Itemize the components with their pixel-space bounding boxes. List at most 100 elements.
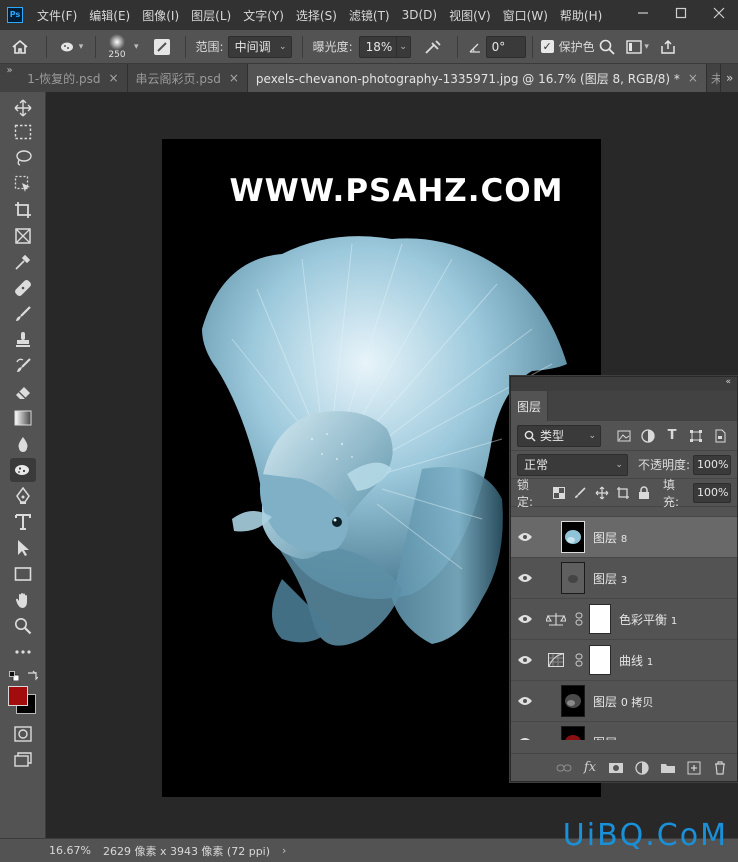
tab-document[interactable]: 串云阁彩页.psd × — [127, 64, 248, 92]
more-tools-icon[interactable] — [10, 640, 36, 664]
layer-row[interactable]: 曲线 1 — [511, 640, 737, 681]
brush-preset-picker[interactable]: 250 — [102, 32, 132, 62]
close-icon[interactable]: × — [108, 71, 118, 85]
path-selection-tool-icon[interactable] — [10, 536, 36, 560]
menu-file[interactable]: 文件(F) — [37, 7, 77, 24]
protect-tones-checkbox[interactable]: ✓ — [540, 40, 554, 53]
chevron-down-icon[interactable]: ▾ — [134, 42, 139, 52]
pen-tool-icon[interactable] — [10, 484, 36, 508]
layer-row[interactable]: 色彩平衡 1 — [511, 599, 737, 640]
zoom-tool-icon[interactable] — [10, 614, 36, 638]
more-tabs-icon[interactable]: » — [721, 64, 738, 92]
crop-tool-icon[interactable] — [10, 198, 36, 222]
home-icon[interactable] — [0, 39, 40, 55]
visibility-eye-icon[interactable] — [511, 532, 539, 542]
blur-tool-icon[interactable] — [10, 432, 36, 456]
image-filter-icon[interactable] — [615, 427, 633, 445]
gradient-tool-icon[interactable] — [10, 406, 36, 430]
minimize-icon[interactable] — [624, 7, 662, 23]
menu-help[interactable]: 帮助(H) — [560, 7, 602, 24]
collapse-panel-icon[interactable]: « — [725, 377, 731, 387]
move-tool-icon[interactable] — [10, 96, 36, 120]
rectangle-tool-icon[interactable] — [10, 562, 36, 586]
sponge-tool-preset-icon[interactable]: ▾ — [53, 40, 89, 54]
link-icon[interactable] — [573, 653, 585, 667]
default-colors-icon[interactable] — [9, 670, 20, 682]
delete-layer-icon[interactable] — [707, 760, 733, 775]
layer-row[interactable]: 图层 0 — [511, 722, 737, 740]
menu-layer[interactable]: 图层(L) — [191, 7, 231, 24]
object-selection-tool-icon[interactable] — [10, 172, 36, 196]
menu-type[interactable]: 文字(Y) — [243, 7, 284, 24]
swap-colors-icon[interactable] — [26, 669, 39, 681]
screen-mode-icon[interactable] — [10, 748, 36, 772]
exposure-input[interactable]: 18% ⌄ — [358, 35, 411, 58]
eraser-tool-icon[interactable] — [10, 380, 36, 404]
link-layers-icon[interactable] — [551, 763, 577, 773]
lock-position-icon[interactable] — [593, 484, 610, 502]
layer-row[interactable]: 图层 3 — [511, 558, 737, 599]
frame-tool-icon[interactable] — [10, 224, 36, 248]
chevron-down-icon[interactable]: ⌄ — [395, 36, 410, 57]
menu-edit[interactable]: 编辑(E) — [89, 7, 130, 24]
healing-brush-tool-icon[interactable] — [10, 276, 36, 300]
airbrush-icon[interactable] — [415, 38, 451, 56]
new-layer-icon[interactable] — [681, 761, 707, 775]
fx-icon[interactable]: fx — [577, 760, 603, 775]
close-icon[interactable]: × — [229, 71, 239, 85]
lock-image-pixels-icon[interactable] — [571, 484, 588, 502]
link-icon[interactable] — [573, 612, 585, 626]
visibility-eye-icon[interactable] — [511, 614, 539, 624]
fill-input[interactable]: 100% — [693, 482, 731, 503]
eyedropper-tool-icon[interactable] — [10, 250, 36, 274]
quick-mask-icon[interactable] — [10, 722, 36, 746]
close-icon[interactable] — [700, 7, 738, 23]
add-mask-icon[interactable] — [603, 762, 629, 774]
menu-select[interactable]: 选择(S) — [296, 7, 337, 24]
hand-tool-icon[interactable] — [10, 588, 36, 612]
tab-document-active[interactable]: pexels-chevanon-photography-1335971.jpg … — [247, 64, 707, 92]
clone-stamp-tool-icon[interactable] — [10, 328, 36, 352]
lock-all-icon[interactable] — [636, 484, 653, 502]
layer-row[interactable]: 图层 0 拷贝 — [511, 681, 737, 722]
tab-document[interactable]: 1-恢复的.psd × — [19, 64, 128, 92]
brush-tool-icon[interactable] — [10, 302, 36, 326]
smart-object-filter-icon[interactable] — [711, 427, 729, 445]
lasso-tool-icon[interactable] — [10, 146, 36, 170]
angle-input[interactable]: 0° — [485, 35, 526, 58]
search-icon[interactable] — [595, 39, 619, 55]
type-tool-icon[interactable] — [10, 510, 36, 534]
status-menu-arrow[interactable]: › — [282, 844, 286, 857]
zoom-level[interactable]: 16.67% — [49, 844, 91, 857]
brush-settings-icon[interactable] — [145, 38, 179, 56]
shape-filter-icon[interactable] — [687, 427, 705, 445]
blend-mode-select[interactable]: 正常 ⌄ — [517, 453, 628, 476]
visibility-eye-icon[interactable] — [511, 737, 539, 740]
lock-artboard-icon[interactable] — [614, 484, 631, 502]
close-icon[interactable]: × — [688, 71, 698, 85]
maximize-icon[interactable] — [662, 7, 700, 23]
tab-document[interactable]: 未 — [706, 64, 722, 92]
new-adjustment-layer-icon[interactable] — [629, 760, 655, 775]
lock-transparent-pixels-icon[interactable] — [550, 484, 567, 502]
workspace-icon[interactable]: ▾ — [623, 39, 653, 54]
visibility-eye-icon[interactable] — [511, 573, 539, 583]
menu-image[interactable]: 图像(I) — [142, 7, 179, 24]
visibility-eye-icon[interactable] — [511, 655, 539, 665]
range-select[interactable]: 中间调 ⌄ — [227, 35, 292, 58]
menu-filter[interactable]: 滤镜(T) — [349, 7, 390, 24]
layer-filter-select[interactable]: 类型 ⌄ — [517, 424, 601, 447]
type-filter-icon[interactable]: T — [663, 427, 681, 445]
collapse-toolbar-icon[interactable]: » — [0, 64, 19, 92]
menu-3d[interactable]: 3D(D) — [402, 8, 437, 22]
sponge-tool-icon[interactable] — [10, 458, 36, 482]
menu-view[interactable]: 视图(V) — [449, 7, 491, 24]
visibility-eye-icon[interactable] — [511, 696, 539, 706]
tab-layers[interactable]: 图层 — [511, 391, 549, 421]
new-group-icon[interactable] — [655, 762, 681, 774]
marquee-tool-icon[interactable] — [10, 120, 36, 144]
layer-row[interactable]: 图层 8 — [511, 517, 737, 558]
foreground-color-swatch[interactable] — [8, 686, 28, 706]
adjustment-filter-icon[interactable] — [639, 427, 657, 445]
share-icon[interactable] — [653, 39, 683, 55]
